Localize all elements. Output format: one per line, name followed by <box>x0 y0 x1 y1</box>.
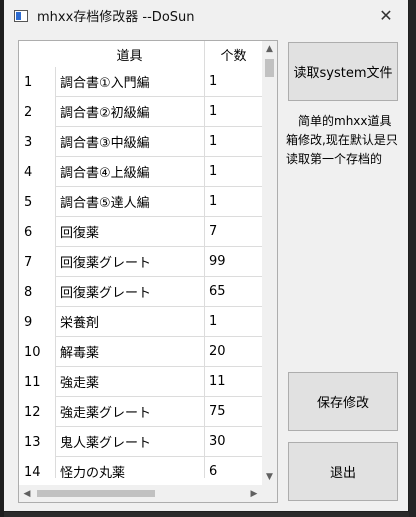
count-cell[interactable]: 1 <box>205 127 262 157</box>
row-number-cell: 12 <box>24 404 41 420</box>
count-cell[interactable]: 99 <box>205 247 262 277</box>
save-changes-button[interactable]: 保存修改 <box>288 372 398 431</box>
item-cell[interactable]: 栄養剤 <box>55 307 205 337</box>
row-number-cell: 2 <box>24 104 33 120</box>
count-cell[interactable]: 1 <box>205 97 262 127</box>
scroll-down-icon[interactable]: ▼ <box>262 469 277 485</box>
item-cell[interactable]: 回復薬グレート <box>55 277 205 307</box>
scrollbar-corner <box>262 485 277 502</box>
table-row[interactable]: 5 調合書⑤達人編 1 <box>19 187 262 217</box>
row-number-cell: 9 <box>24 314 33 330</box>
item-cell[interactable]: 調合書⑤達人編 <box>55 187 205 217</box>
count-cell[interactable]: 30 <box>205 427 262 457</box>
item-cell[interactable]: 強走薬 <box>55 367 205 397</box>
item-cell[interactable]: 調合書④上級編 <box>55 157 205 187</box>
row-number-cell: 5 <box>24 194 33 210</box>
count-cell[interactable]: 1 <box>205 307 262 337</box>
table-row[interactable]: 4 調合書④上級編 1 <box>19 157 262 187</box>
row-number-cell: 8 <box>24 284 33 300</box>
table-row[interactable]: 13 鬼人薬グレート 30 <box>19 427 262 457</box>
header-row-number <box>19 41 55 67</box>
count-cell[interactable]: 20 <box>205 337 262 367</box>
table-row[interactable]: 7 回復薬グレート 99 <box>19 247 262 277</box>
row-number-cell: 13 <box>24 434 41 450</box>
item-cell[interactable]: 怪力の丸薬 <box>55 457 205 478</box>
row-number-cell: 4 <box>24 164 33 180</box>
item-cell[interactable]: 調合書①入門編 <box>55 67 205 97</box>
title-bar[interactable]: mhxx存档修改器 --DoSun ✕ <box>4 0 408 31</box>
count-cell[interactable]: 6 <box>205 457 262 478</box>
horizontal-scrollbar[interactable]: ◀ ▶ <box>19 485 262 502</box>
count-cell[interactable]: 7 <box>205 217 262 247</box>
table-row[interactable]: 12 強走薬グレート 75 <box>19 397 262 427</box>
row-number-cell: 10 <box>24 344 41 360</box>
vertical-scrollbar[interactable]: ▲ ▼ <box>262 41 277 485</box>
table-row[interactable]: 1 調合書①入門編 1 <box>19 67 262 97</box>
item-cell[interactable]: 鬼人薬グレート <box>55 427 205 457</box>
count-cell[interactable]: 1 <box>205 187 262 217</box>
vertical-scroll-thumb[interactable] <box>265 59 274 77</box>
row-number-cell: 14 <box>24 464 41 479</box>
item-cell[interactable]: 調合書③中級編 <box>55 127 205 157</box>
count-cell[interactable]: 1 <box>205 157 262 187</box>
count-cell[interactable]: 11 <box>205 367 262 397</box>
table-row[interactable]: 9 栄養剤 1 <box>19 307 262 337</box>
item-cell[interactable]: 強走薬グレート <box>55 397 205 427</box>
item-cell[interactable]: 調合書②初級編 <box>55 97 205 127</box>
app-window: mhxx存档修改器 --DoSun ✕ 道具 个数 1 調合書①入門編 1 2 調合書②… <box>4 0 408 511</box>
item-cell[interactable]: 解毒薬 <box>55 337 205 367</box>
window-title: mhxx存档修改器 --DoSun <box>37 10 195 25</box>
background-right-edge <box>409 0 416 517</box>
table-row[interactable]: 6 回復薬 7 <box>19 217 262 247</box>
scroll-up-icon[interactable]: ▲ <box>262 41 277 57</box>
row-number-cell: 7 <box>24 254 33 270</box>
description-text: 简单的mhxx道具箱修改,现在默认是只读取第一个存档的 <box>286 114 398 166</box>
row-number-cell: 3 <box>24 134 33 150</box>
horizontal-scroll-thumb[interactable] <box>37 490 155 497</box>
count-cell[interactable]: 65 <box>205 277 262 307</box>
table-row[interactable]: 3 調合書③中級編 1 <box>19 127 262 157</box>
item-cell[interactable]: 回復薬グレート <box>55 247 205 277</box>
scroll-right-icon[interactable]: ▶ <box>246 485 262 502</box>
table-header: 道具 个数 <box>19 41 262 67</box>
table-row[interactable]: 10 解毒薬 20 <box>19 337 262 367</box>
read-system-file-button[interactable]: 读取system文件 <box>288 42 398 101</box>
header-count[interactable]: 个数 <box>205 41 262 67</box>
header-item[interactable]: 道具 <box>55 41 205 67</box>
app-window-icon <box>14 9 28 22</box>
item-cell[interactable]: 回復薬 <box>55 217 205 247</box>
table-row[interactable]: 14 怪力の丸薬 6 <box>19 457 262 478</box>
scroll-left-icon[interactable]: ◀ <box>19 485 35 502</box>
table-row[interactable]: 2 調合書②初級編 1 <box>19 97 262 127</box>
row-number-cell: 11 <box>24 374 41 390</box>
count-cell[interactable]: 75 <box>205 397 262 427</box>
exit-button[interactable]: 退出 <box>288 442 398 501</box>
count-cell[interactable]: 1 <box>205 67 262 97</box>
row-number-cell: 1 <box>24 74 33 90</box>
table-row[interactable]: 11 強走薬 11 <box>19 367 262 397</box>
table-body: 1 調合書①入門編 1 2 調合書②初級編 1 3 調合書③中級編 1 4 調合書④上級編 1 5 調合書… <box>19 67 262 478</box>
table-row[interactable]: 8 回復薬グレート 65 <box>19 277 262 307</box>
items-table[interactable]: 道具 个数 1 調合書①入門編 1 2 調合書②初級編 1 3 調合書③中級編 1 4 調合書④上級… <box>18 40 278 503</box>
row-number-cell: 6 <box>24 224 33 240</box>
close-button[interactable]: ✕ <box>364 0 408 31</box>
